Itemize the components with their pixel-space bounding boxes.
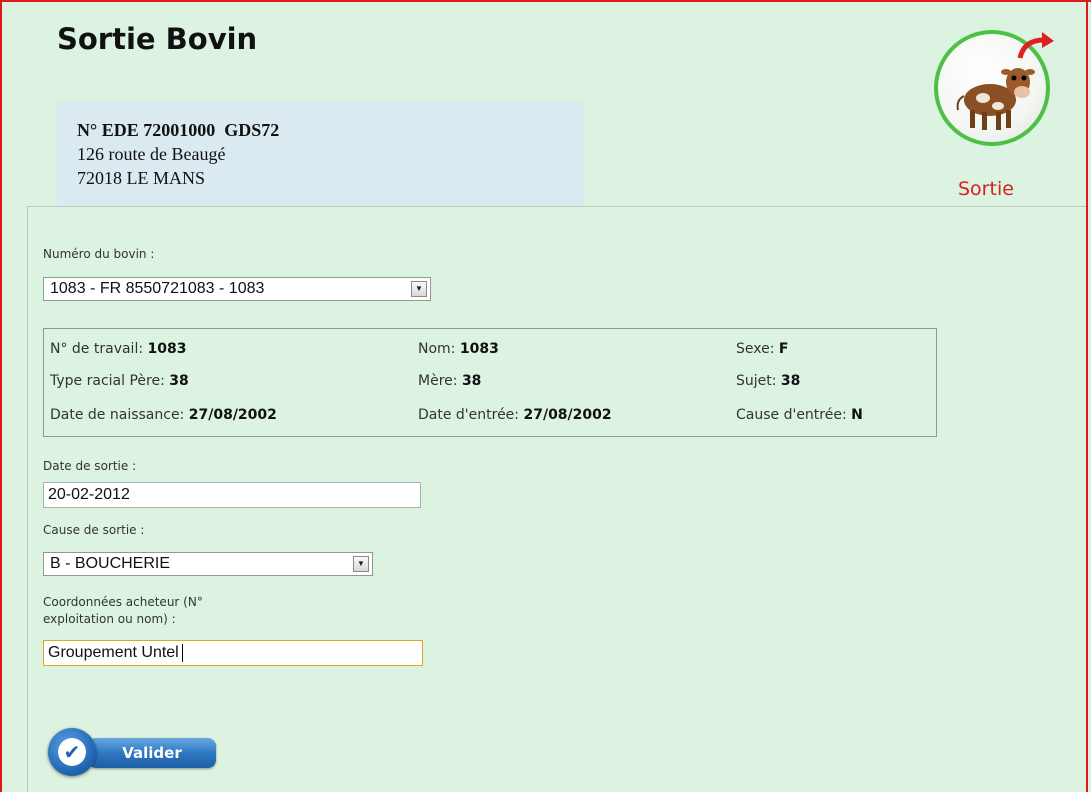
validate-button[interactable]: Valider ✔ — [48, 728, 216, 776]
validate-circle[interactable]: ✔ — [48, 728, 96, 776]
buyer-input[interactable]: Groupement Untel — [43, 640, 423, 666]
info-naissance: Date de naissance: 27/08/2002 — [50, 407, 277, 423]
info-nom: Nom: 1083 — [418, 341, 499, 357]
bovin-number-value: 1083 - FR 8550721083 - 1083 — [50, 280, 265, 297]
validate-label[interactable]: Valider — [88, 738, 216, 768]
date-sortie-label: Date de sortie : — [43, 459, 137, 473]
date-sortie-input[interactable]: 20-02-2012 — [43, 482, 421, 508]
cause-sortie-select[interactable]: B - BOUCHERIE ▼ — [43, 552, 373, 576]
address-box: N° EDE 72001000 GDS72 126 route de Beaug… — [57, 102, 584, 205]
exit-arrow-icon — [1017, 32, 1054, 59]
address-street: 126 route de Beaugé — [77, 144, 226, 164]
info-pere: Type racial Père: 38 — [50, 373, 189, 389]
info-mere: Mère: 38 — [418, 373, 482, 389]
bovin-number-label: Numéro du bovin : — [43, 247, 155, 261]
section-divider-left — [27, 206, 28, 792]
page-frame: Sortie Bovin N° EDE 72001000 GDS72 126 r… — [0, 0, 1091, 792]
checkmark-icon: ✔ — [58, 738, 86, 766]
ede-number: N° EDE 72001000 GDS72 — [77, 120, 280, 140]
bovin-number-select[interactable]: 1083 - FR 8550721083 - 1083 ▼ — [43, 277, 431, 301]
buyer-value: Groupement Untel — [48, 644, 179, 661]
address-city: 72018 LE MANS — [77, 168, 206, 188]
chevron-down-icon[interactable]: ▼ — [411, 281, 427, 297]
text-caret — [181, 643, 183, 662]
info-entree: Date d'entrée: 27/08/2002 — [418, 407, 612, 423]
buyer-label: Coordonnées acheteur (N° exploitation ou… — [43, 595, 203, 626]
page-title: Sortie Bovin — [57, 22, 258, 56]
cause-sortie-label: Cause de sortie : — [43, 523, 145, 537]
sortie-badge: Sortie — [934, 30, 1056, 200]
sortie-label: Sortie — [958, 178, 1014, 200]
info-sexe: Sexe: F — [736, 341, 789, 357]
bovin-info-box: N° de travail: 1083 Nom: 1083 Sexe: F Ty… — [43, 328, 937, 437]
info-sujet: Sujet: 38 — [736, 373, 801, 389]
cause-sortie-value: B - BOUCHERIE — [50, 555, 171, 572]
section-divider — [27, 206, 1087, 207]
info-travail: N° de travail: 1083 — [50, 341, 187, 357]
chevron-down-icon[interactable]: ▼ — [353, 556, 369, 572]
info-cause-entree: Cause d'entrée: N — [736, 407, 863, 423]
frame-border-right — [1086, 0, 1088, 792]
